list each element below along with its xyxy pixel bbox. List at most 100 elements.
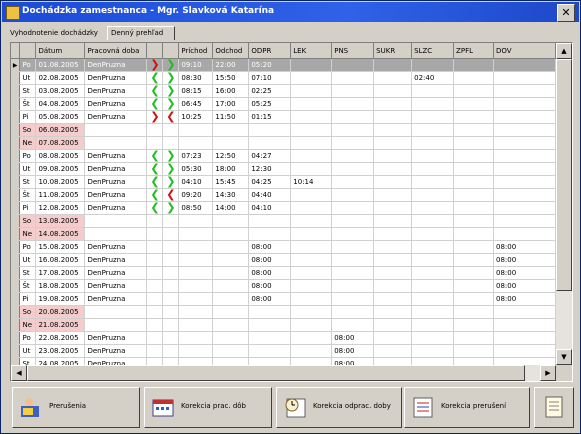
close-button[interactable]: ✕ — [557, 4, 575, 22]
row-indicator[interactable] — [11, 162, 21, 176]
table-header: Dátum Pracovná doba Príchod Odchod ODPR … — [11, 43, 556, 59]
cell-departure: 14:00 — [212, 201, 250, 215]
row-indicator[interactable] — [11, 279, 21, 293]
table-row[interactable]: Št 18.08.2005 DenPruzna 08:00 08:00 — [11, 279, 556, 293]
col-header-lek[interactable]: LEK — [290, 43, 333, 59]
table-row[interactable]: St 17.08.2005 DenPruzna 08:00 08:00 — [11, 266, 556, 280]
cell-lek — [290, 58, 333, 72]
row-indicator[interactable] — [11, 253, 21, 267]
table-row[interactable]: Pi 05.08.2005 DenPruzna ❯ ❮ 10:25 11:50 01:15 — [11, 110, 556, 124]
cell-pns — [331, 188, 375, 202]
cell-lek — [290, 71, 333, 85]
row-indicator[interactable] — [11, 175, 21, 189]
table-row[interactable]: ▶ Po 01.08.2005 DenPruzna ❯ ❯ 09:10 22:00 05:20 — [11, 58, 556, 72]
horizontal-scrollbar[interactable]: ◀ ▶ — [11, 365, 556, 381]
row-indicator[interactable] — [11, 136, 21, 150]
hscroll-thumb[interactable] — [27, 365, 525, 381]
row-indicator[interactable] — [11, 110, 21, 124]
col-header-slzc[interactable]: SLZC — [411, 43, 455, 59]
tab-denny-prehlad[interactable]: Denný prehľad — [107, 26, 175, 40]
cell-arrival — [178, 227, 214, 241]
row-indicator[interactable] — [11, 97, 21, 111]
col-header-arrival[interactable]: Príchod — [178, 43, 214, 59]
table-row[interactable]: Ut 02.08.2005 DenPruzna ❮ ❯ 08:30 15:50 07:10 02… — [11, 71, 556, 85]
scroll-right-button[interactable]: ▶ — [540, 365, 556, 381]
col-header-odpr[interactable]: ODPR — [248, 43, 292, 59]
table-row[interactable]: Ne 21.08.2005 — [11, 318, 556, 332]
col-header-day[interactable] — [19, 43, 37, 59]
table-row[interactable]: So 20.08.2005 — [11, 305, 556, 319]
row-indicator[interactable] — [11, 149, 21, 163]
cell-arrival: 08:30 — [178, 71, 214, 85]
table-row[interactable]: Po 08.08.2005 DenPruzna ❮ ❯ 07:23 12:50 04:27 — [11, 149, 556, 163]
cell-lek — [290, 357, 333, 365]
table-row[interactable]: St 10.08.2005 DenPruzna ❮ ❯ 04:10 15:45 04:25 10… — [11, 175, 556, 189]
row-indicator[interactable] — [11, 227, 21, 241]
table-row[interactable]: Pi 12.08.2005 DenPruzna ❮ ❯ 08:50 14:00 04:10 — [11, 201, 556, 215]
col-header-dov[interactable]: DOV — [493, 43, 556, 59]
row-indicator[interactable] — [11, 84, 21, 98]
col-header-date[interactable]: Dátum — [35, 43, 86, 59]
row-indicator[interactable] — [11, 344, 21, 358]
table-row[interactable]: So 06.08.2005 — [11, 123, 556, 137]
korekcia-preruseni-button[interactable]: Korekcia prerušení — [404, 387, 530, 428]
row-indicator[interactable] — [11, 357, 21, 365]
row-indicator[interactable] — [11, 292, 21, 306]
table-row[interactable]: Ne 07.08.2005 — [11, 136, 556, 150]
title-bar[interactable]: Dochádzka zamestnanca - Mgr. Slavková Ka… — [2, 2, 579, 22]
row-indicator[interactable] — [11, 201, 21, 215]
cell-zpfl — [453, 136, 494, 150]
cell-pns — [331, 305, 375, 319]
table-row[interactable]: Ut 16.08.2005 DenPruzna 08:00 08:00 — [11, 253, 556, 267]
row-indicator[interactable]: ▶ — [11, 58, 21, 72]
cell-departure: 11:50 — [212, 110, 250, 124]
table-row[interactable]: St 03.08.2005 DenPruzna ❮ ❯ 08:15 16:00 02:25 — [11, 84, 556, 98]
table-row[interactable]: So 13.08.2005 — [11, 214, 556, 228]
row-indicator[interactable] — [11, 71, 21, 85]
table-row[interactable]: Ut 09.08.2005 DenPruzna ❮ ❯ 05:30 18:00 12:30 — [11, 162, 556, 176]
col-header-arrow-out[interactable] — [162, 43, 180, 59]
table-row[interactable]: Ne 14.08.2005 — [11, 227, 556, 241]
table-row[interactable]: St 24.08.2005 DenPruzna 08:00 — [11, 357, 556, 365]
row-indicator[interactable] — [11, 305, 21, 319]
col-header-sukr[interactable]: SUKR — [373, 43, 413, 59]
cell-sukr — [373, 110, 413, 124]
row-indicator[interactable] — [11, 240, 21, 254]
table-row[interactable]: Po 15.08.2005 DenPruzna 08:00 08:00 — [11, 240, 556, 254]
scroll-left-button[interactable]: ◀ — [11, 365, 27, 381]
cell-arrow-in: ❮ — [146, 162, 164, 176]
row-indicator[interactable] — [11, 266, 21, 280]
scroll-down-button[interactable]: ▼ — [556, 349, 572, 365]
notepad-button[interactable] — [534, 387, 574, 428]
row-indicator[interactable] — [11, 214, 21, 228]
row-indicator[interactable] — [11, 331, 21, 345]
cell-zpfl — [453, 162, 494, 176]
korekcia-odprac-doby-button[interactable]: Korekcia odprac. doby — [276, 387, 402, 428]
row-indicator[interactable] — [11, 188, 21, 202]
cell-dov — [493, 149, 556, 163]
cell-shift: DenPruzna — [84, 331, 148, 345]
row-indicator[interactable] — [11, 123, 21, 137]
col-header-pns[interactable]: PNS — [331, 43, 375, 59]
cell-pns — [331, 110, 375, 124]
scroll-thumb[interactable] — [556, 59, 572, 291]
col-header-departure[interactable]: Odchod — [212, 43, 250, 59]
table-row[interactable]: Po 22.08.2005 DenPruzna 08:00 — [11, 331, 556, 345]
cell-odpr: 01:15 — [248, 110, 292, 124]
table-row[interactable]: Št 04.08.2005 DenPruzna ❮ ❯ 06:45 17:00 05:25 — [11, 97, 556, 111]
cell-sukr — [373, 305, 413, 319]
table-row[interactable]: Št 11.08.2005 DenPruzna ❮ ❮ 09:20 14:30 04:40 — [11, 188, 556, 202]
vertical-scrollbar[interactable]: ▲ ▼ — [556, 43, 572, 365]
tab-vyhodnotenie[interactable]: Vyhodnotenie dochádzky — [7, 27, 111, 40]
prerusenia-button[interactable]: Prerušenia — [12, 387, 140, 428]
red-chevron-left-icon: ❯ — [150, 58, 160, 71]
table-row[interactable]: Ut 23.08.2005 DenPruzna 08:00 — [11, 344, 556, 358]
col-header-zpfl[interactable]: ZPFL — [453, 43, 494, 59]
table-row[interactable]: Pi 19.08.2005 DenPruzna 08:00 08:00 — [11, 292, 556, 306]
col-header-arrow-in[interactable] — [146, 43, 164, 59]
cell-slzc — [411, 201, 455, 215]
row-indicator[interactable] — [11, 318, 21, 332]
scroll-up-button[interactable]: ▲ — [556, 43, 572, 59]
korekcia-prac-dob-button[interactable]: Korekcia prac. dôb — [144, 387, 272, 428]
col-header-shift[interactable]: Pracovná doba — [84, 43, 148, 59]
